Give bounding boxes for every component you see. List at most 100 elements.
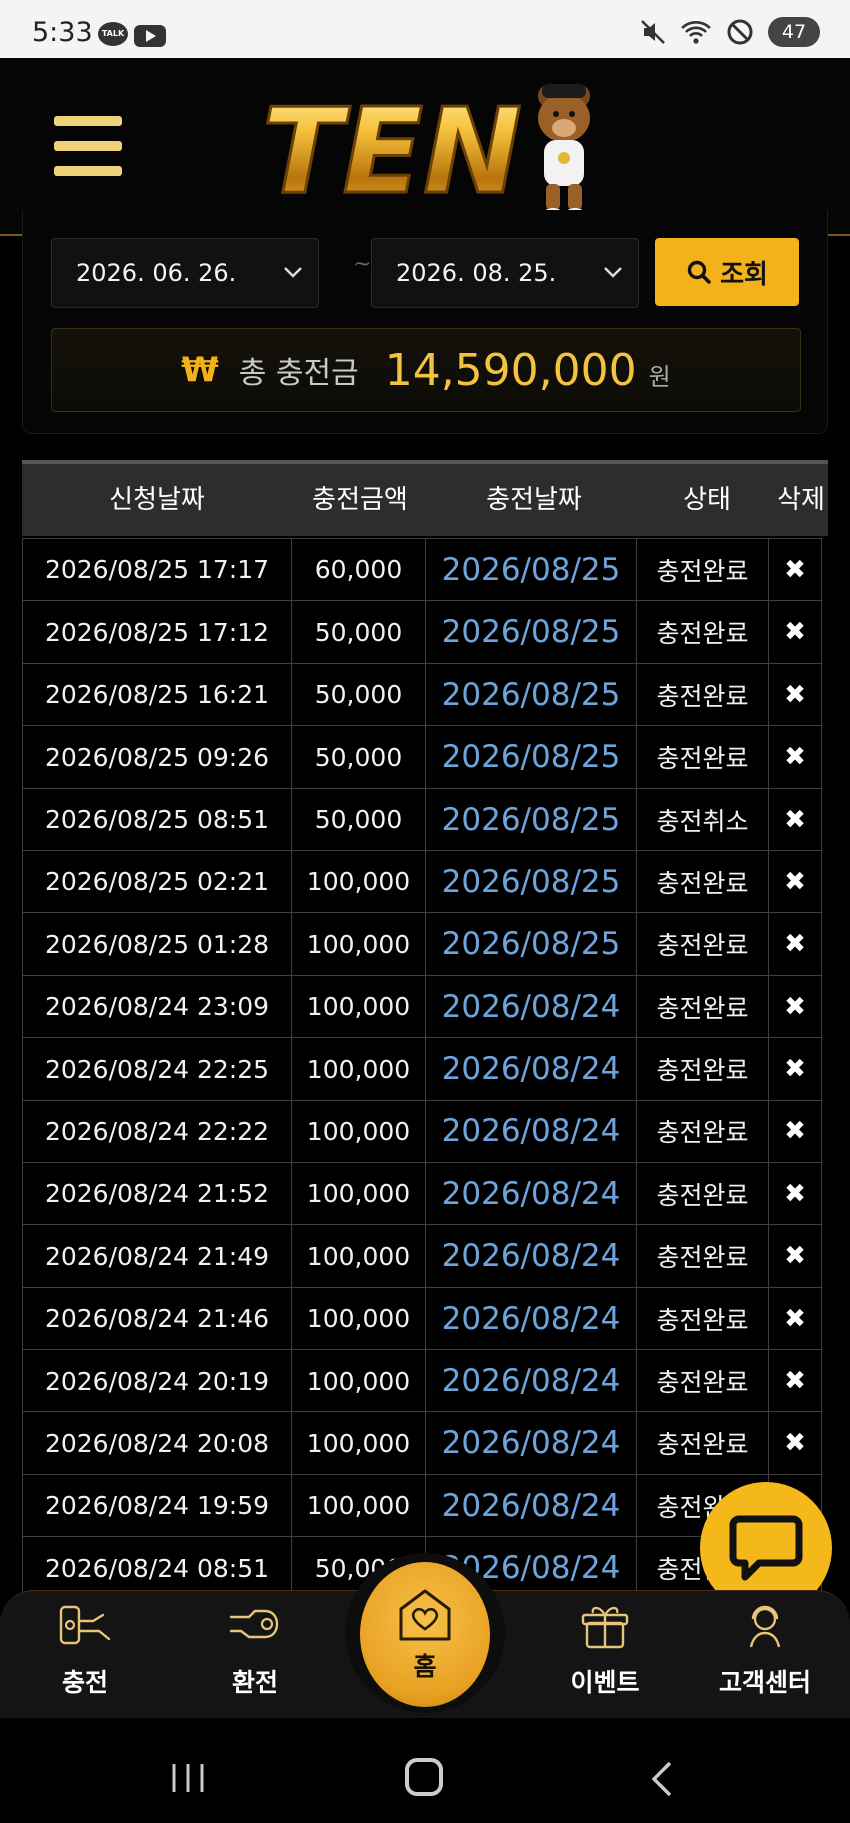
cell-status: 충전완료 xyxy=(635,849,770,914)
delete-icon[interactable]: ✖ xyxy=(768,1286,822,1351)
table-row: 2026/08/25 08:51 50,000 2026/08/25 충전취소 ✖ xyxy=(22,787,828,852)
delete-icon[interactable]: ✖ xyxy=(768,725,822,790)
cell-charged-date: 2026/08/24 xyxy=(425,1411,637,1476)
cell-charge-amount: 100,000 xyxy=(290,1161,427,1226)
table-row: 2026/08/24 23:09 100,000 2026/08/24 충전완료 ✖ xyxy=(22,974,828,1039)
end-date-select[interactable]: 2026. 08. 25. xyxy=(371,238,639,308)
table-row: 2026/08/25 01:28 100,000 2026/08/25 충전완료 ✖ xyxy=(22,912,828,977)
nav-event[interactable]: 이벤트 xyxy=(535,1591,675,1719)
total-charge-label: 총 충전금 xyxy=(238,356,359,391)
cell-requested-date: 2026/08/25 08:51 xyxy=(22,787,292,852)
kakaotalk-notification-icon: TALK xyxy=(98,22,128,46)
start-date-value: 2026. 06. 26. xyxy=(76,259,237,287)
search-icon xyxy=(687,260,711,284)
cell-charge-amount: 100,000 xyxy=(290,1224,427,1289)
cell-status: 충전완료 xyxy=(635,1411,770,1476)
delete-icon[interactable]: ✖ xyxy=(768,538,822,602)
col-header-requested: 신청날짜 xyxy=(109,485,205,515)
cell-status: 충전취소 xyxy=(635,787,770,852)
cell-charge-amount: 100,000 xyxy=(290,1473,427,1538)
delete-icon[interactable]: ✖ xyxy=(768,1349,822,1413)
table-row: 2026/08/24 20:19 100,000 2026/08/24 충전완료 ✖ xyxy=(22,1349,828,1413)
cell-requested-date: 2026/08/24 20:19 xyxy=(22,1349,292,1413)
status-time: 5:33 xyxy=(32,17,93,48)
cell-charged-date: 2026/08/24 xyxy=(425,1349,637,1413)
back-icon[interactable] xyxy=(648,1760,674,1798)
search-button[interactable]: 조회 xyxy=(655,238,799,306)
cell-charged-date: 2026/08/25 xyxy=(425,725,637,790)
table-row: 2026/08/24 21:46 100,000 2026/08/24 충전완료 ✖ xyxy=(22,1286,828,1351)
col-header-status: 상태 xyxy=(683,485,731,515)
delete-icon[interactable]: ✖ xyxy=(768,849,822,914)
total-charge-amount: 14,590,000 xyxy=(384,344,637,396)
cell-charged-date: 2026/08/24 xyxy=(425,1224,637,1289)
chat-bubble-icon xyxy=(729,1515,803,1581)
cell-charged-date: 2026/08/25 xyxy=(425,662,637,727)
nav-charge-label: 충전 xyxy=(61,1668,108,1697)
support-icon xyxy=(749,1605,781,1648)
delete-icon[interactable]: ✖ xyxy=(768,1411,822,1476)
cell-requested-date: 2026/08/25 01:28 xyxy=(22,912,292,977)
cell-status: 충전완료 xyxy=(635,1099,770,1164)
delete-icon[interactable]: ✖ xyxy=(768,1099,822,1164)
table-row: 2026/08/24 21:49 100,000 2026/08/24 충전완료 ✖ xyxy=(22,1224,828,1289)
delete-icon[interactable]: ✖ xyxy=(768,912,822,977)
delete-icon[interactable]: ✖ xyxy=(768,1224,822,1289)
table-row: 2026/08/25 02:21 100,000 2026/08/25 충전완료 ✖ xyxy=(22,849,828,914)
system-navigation-bar xyxy=(0,1718,850,1823)
cell-status: 충전완료 xyxy=(635,1349,770,1413)
menu-icon[interactable] xyxy=(54,116,122,176)
system-home-icon[interactable] xyxy=(405,1758,443,1796)
cell-charged-date: 2026/08/25 xyxy=(425,912,637,977)
cell-charge-amount: 50,000 xyxy=(290,725,427,790)
cell-requested-date: 2026/08/24 23:09 xyxy=(22,974,292,1039)
cell-charged-date: 2026/08/25 xyxy=(425,538,637,602)
table-row: 2026/08/24 20:08 100,000 2026/08/24 충전완료 ✖ xyxy=(22,1411,828,1476)
cell-requested-date: 2026/08/24 21:52 xyxy=(22,1161,292,1226)
svg-text:TEN: TEN xyxy=(262,82,522,220)
nav-charge[interactable]: 충전 xyxy=(15,1591,155,1719)
mute-icon xyxy=(641,20,665,44)
start-date-select[interactable]: 2026. 06. 26. xyxy=(51,238,319,308)
cell-requested-date: 2026/08/24 22:25 xyxy=(22,1037,292,1102)
cell-requested-date: 2026/08/25 17:12 xyxy=(22,600,292,665)
cell-status: 충전완료 xyxy=(635,1037,770,1102)
cell-charged-date: 2026/08/24 xyxy=(425,1099,637,1164)
table-row: 2026/08/25 09:26 50,000 2026/08/25 충전완료 ✖ xyxy=(22,725,828,790)
delete-icon[interactable]: ✖ xyxy=(768,662,822,727)
nav-home-label: 홈 xyxy=(413,1651,437,1681)
nav-event-label: 이벤트 xyxy=(570,1668,640,1697)
won-icon: ₩ xyxy=(181,350,219,390)
cell-requested-date: 2026/08/24 20:08 xyxy=(22,1411,292,1476)
cell-charged-date: 2026/08/24 xyxy=(425,1286,637,1351)
brand-logo[interactable]: TEN xyxy=(256,76,596,226)
search-button-label: 조회 xyxy=(720,259,768,290)
cell-status: 충전완료 xyxy=(635,1286,770,1351)
gift-icon xyxy=(581,1606,629,1649)
cell-charge-amount: 100,000 xyxy=(290,1037,427,1102)
cell-charge-amount: 60,000 xyxy=(290,538,427,602)
cell-charge-amount: 50,000 xyxy=(290,662,427,727)
youtube-notification-icon xyxy=(134,25,166,47)
nav-exchange[interactable]: 환전 xyxy=(185,1591,325,1719)
delete-icon[interactable]: ✖ xyxy=(768,787,822,852)
exchange-icon xyxy=(229,1609,279,1639)
cell-charge-amount: 100,000 xyxy=(290,1349,427,1413)
recent-apps-icon[interactable] xyxy=(170,1762,206,1794)
table-header: 신청날짜 충전금액 충전날짜 상태 삭제 xyxy=(22,460,828,536)
cell-charge-amount: 100,000 xyxy=(290,849,427,914)
do-not-disturb-icon xyxy=(727,19,753,45)
cell-requested-date: 2026/08/24 21:49 xyxy=(22,1224,292,1289)
nav-support[interactable]: 고객센터 xyxy=(695,1591,835,1719)
delete-icon[interactable]: ✖ xyxy=(768,600,822,665)
cell-status: 충전완료 xyxy=(635,1161,770,1226)
delete-icon[interactable]: ✖ xyxy=(768,1037,822,1102)
nav-home[interactable]: 홈 xyxy=(360,1562,490,1707)
cell-charged-date: 2026/08/25 xyxy=(425,849,637,914)
total-charge-unit: 원 xyxy=(648,362,671,391)
delete-icon[interactable]: ✖ xyxy=(768,1161,822,1226)
cell-status: 충전완료 xyxy=(635,1224,770,1289)
delete-icon[interactable]: ✖ xyxy=(768,974,822,1039)
filter-panel: 2026. 06. 26. ~ 2026. 08. 25. 조회 ₩ 총 충전금… xyxy=(22,210,828,434)
table-row: 2026/08/25 16:21 50,000 2026/08/25 충전완료 ✖ xyxy=(22,662,828,727)
